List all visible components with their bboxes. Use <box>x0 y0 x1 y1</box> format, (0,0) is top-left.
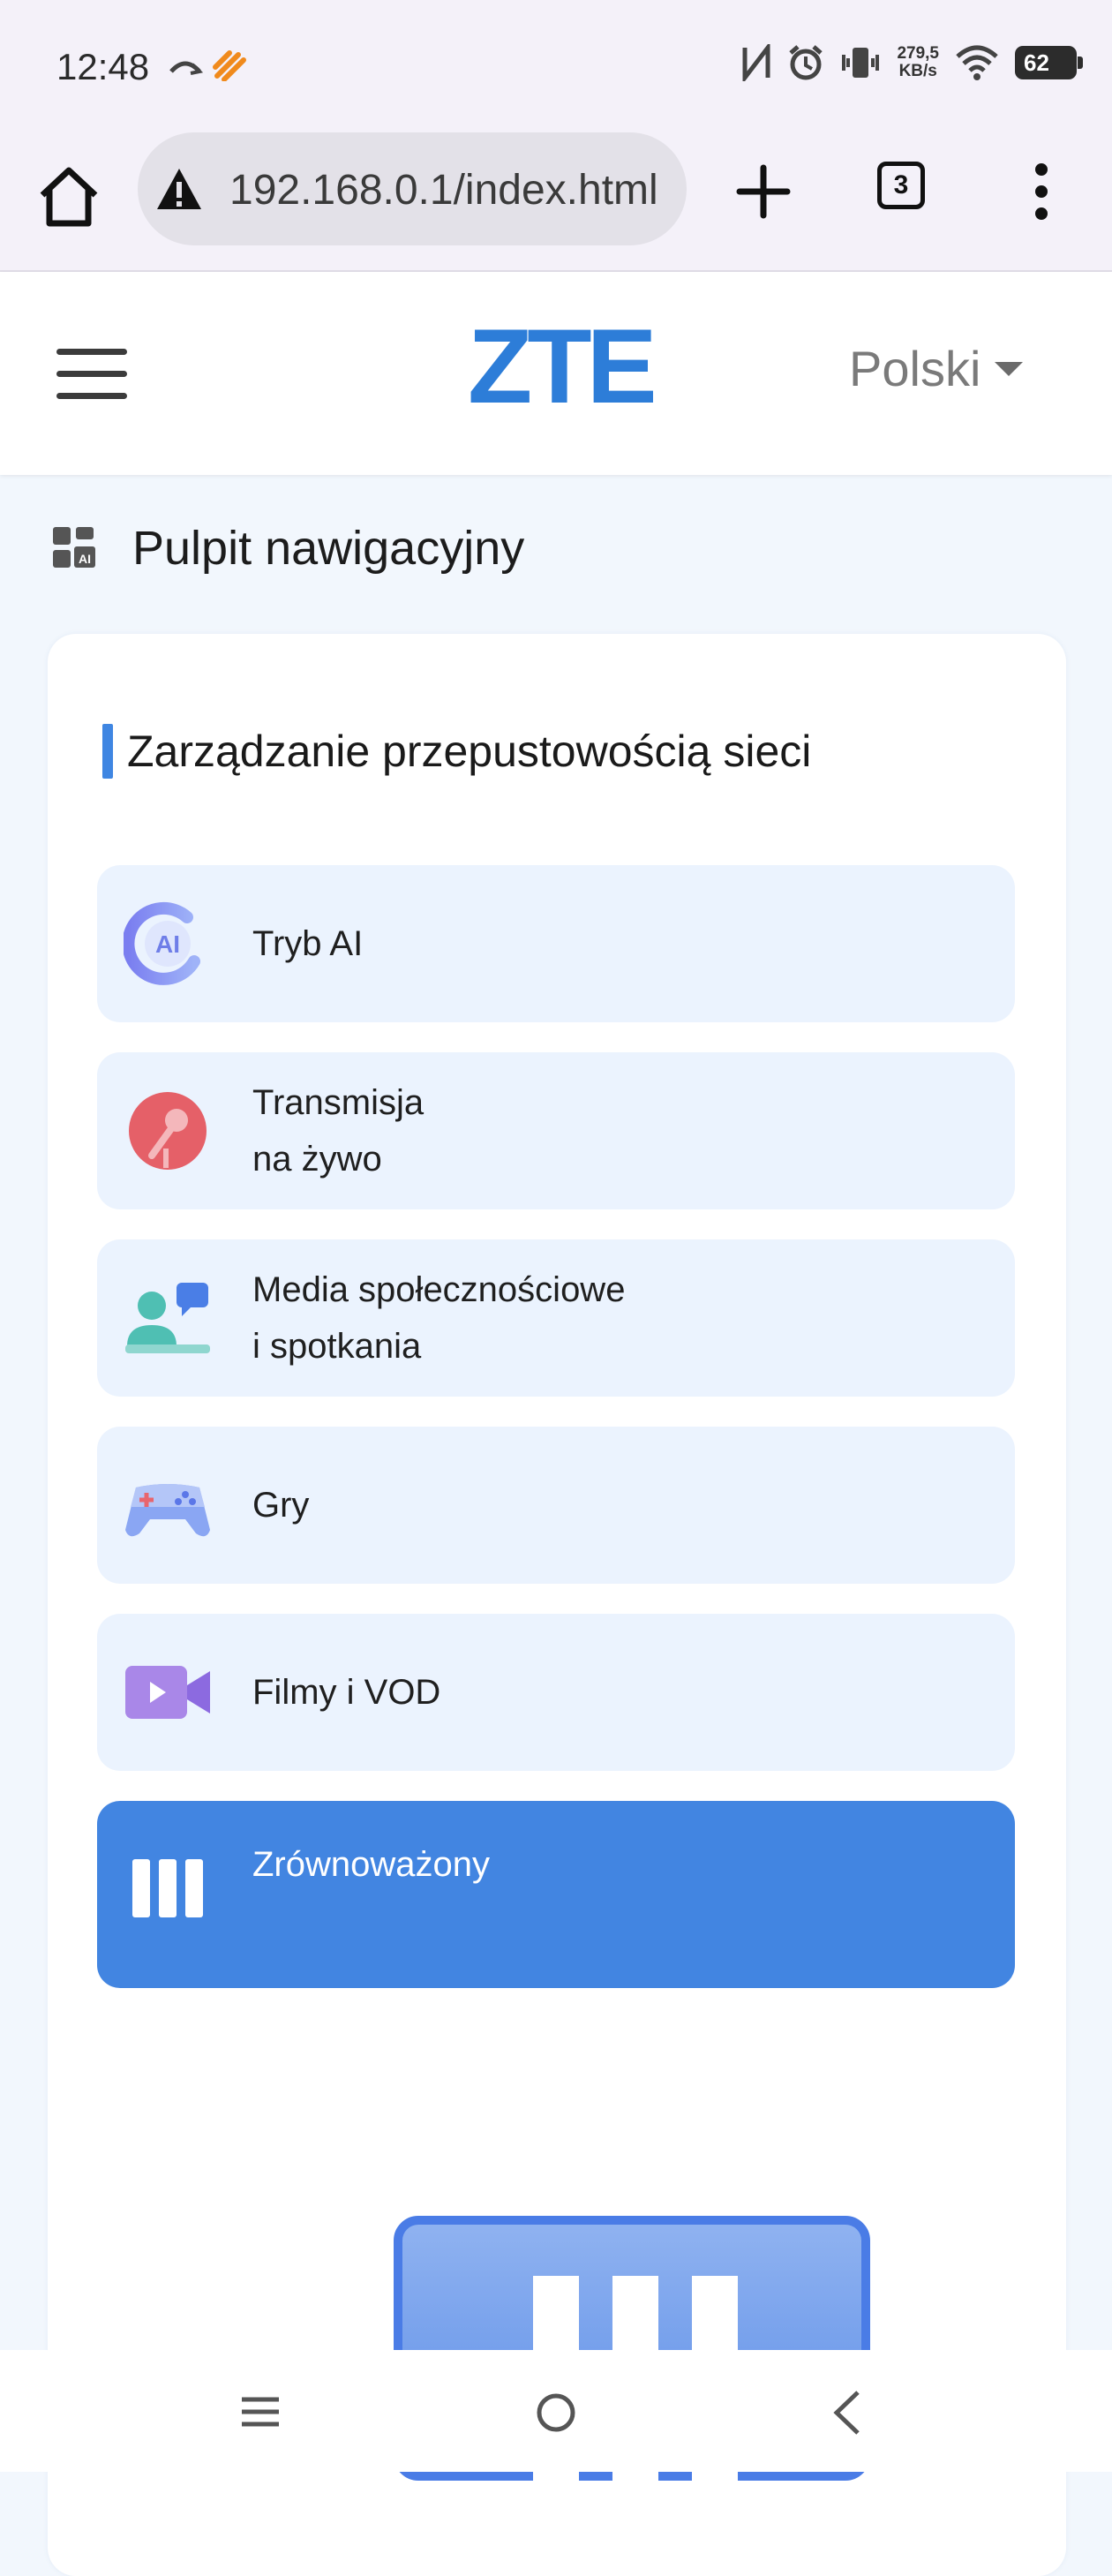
balanced-icon <box>132 1859 203 1917</box>
vibrate-icon <box>842 48 880 78</box>
language-select[interactable]: Polski <box>849 340 1024 397</box>
status-right: 279,5 KB/s 62 <box>741 44 1083 81</box>
section-header: Zarządzanie przepustowością sieci <box>102 724 811 779</box>
alarm-icon <box>789 45 823 80</box>
mode-label-line2: i spotkania <box>252 1327 422 1366</box>
svg-text:AI: AI <box>155 930 180 958</box>
caret-down-icon <box>995 361 1024 376</box>
svg-text:AI: AI <box>79 552 91 566</box>
page-title-row: AI Pulpit nawigacyjny <box>51 521 524 576</box>
mode-label-line1: Media społecznościowe <box>252 1270 626 1309</box>
mode-live-stream[interactable]: Transmisja na żywo <box>97 1052 1015 1209</box>
plus-icon[interactable] <box>733 161 794 222</box>
net-speed: 279,5 KB/s <box>897 44 939 80</box>
back-icon[interactable] <box>830 2389 865 2437</box>
home-nav-icon[interactable] <box>534 2391 578 2435</box>
mode-label: Gry <box>252 1486 310 1525</box>
mode-social-meeting[interactable]: Media społecznościowe i spotkania <box>97 1239 1015 1397</box>
social-meeting-icon <box>125 1283 210 1353</box>
battery-icon: 62 <box>1015 46 1083 79</box>
url-text[interactable]: 192.168.0.1/index.html <box>229 166 671 215</box>
section-title: Zarządzanie przepustowością sieci <box>127 727 812 776</box>
menu-icon[interactable] <box>56 349 127 402</box>
rocket-icon <box>213 50 246 81</box>
mode-label: Zrównoważony <box>252 1845 491 1884</box>
dashboard-ai-icon: AI <box>53 527 95 568</box>
mode-label-line2: na żywo <box>252 1140 382 1179</box>
language-label: Polski <box>849 341 981 396</box>
wifi-icon <box>956 45 998 80</box>
mode-balanced[interactable]: Zrównoważony <box>97 1801 1015 1988</box>
nfc-icon <box>742 44 770 81</box>
gamepad-icon <box>125 1484 210 1537</box>
mode-label: Filmy i VOD <box>252 1673 441 1712</box>
mode-gaming[interactable]: Gry <box>97 1427 1015 1584</box>
status-time: 12:48 <box>56 46 150 87</box>
brand-logo: ZTE <box>468 307 657 426</box>
ai-mode-icon: AI <box>124 901 200 985</box>
section-accent-bar <box>102 724 113 779</box>
mode-video[interactable]: Filmy i VOD <box>97 1614 1015 1771</box>
home-icon[interactable] <box>35 163 102 230</box>
live-stream-icon <box>129 1092 207 1170</box>
mode-label-line1: Transmisja <box>252 1083 425 1122</box>
recents-icon[interactable] <box>238 2394 282 2429</box>
system-nav-bar <box>0 2350 1112 2472</box>
mode-ai[interactable]: AI Tryb AI <box>97 865 1015 1022</box>
warning-icon[interactable] <box>155 166 203 212</box>
mode-label: Tryb AI <box>252 924 364 963</box>
page-title: Pulpit nawigacyjny <box>132 522 525 575</box>
video-icon <box>125 1666 210 1719</box>
call-forward-icon <box>169 61 203 75</box>
status-left-icons <box>168 49 247 81</box>
more-vert-icon[interactable] <box>1024 161 1059 222</box>
tabs-icon[interactable]: 3 <box>877 162 925 209</box>
